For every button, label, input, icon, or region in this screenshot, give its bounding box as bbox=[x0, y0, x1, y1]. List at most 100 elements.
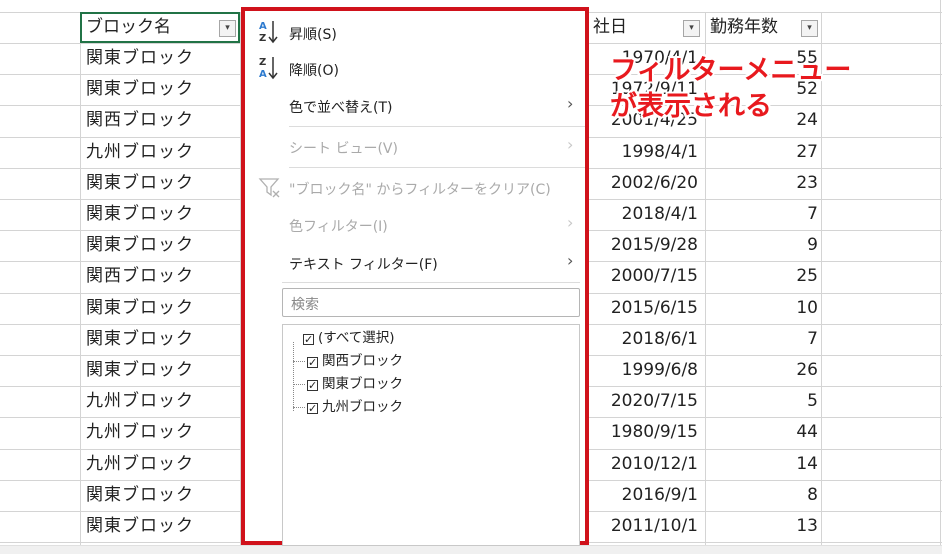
filter-menu: A Z 昇順(S) Z A 降順(O) 色で並べ替え(T) › シート ビュー(… bbox=[241, 7, 589, 546]
cell-join-date[interactable]: 2011/10/1 bbox=[611, 511, 698, 542]
menu-separator bbox=[289, 126, 585, 127]
sort-ascending-label: 昇順(S) bbox=[289, 27, 337, 43]
select-all-checkbox-item[interactable]: ✓ (すべて選択) bbox=[303, 328, 395, 348]
cell-years[interactable]: 25 bbox=[708, 261, 818, 292]
cell-join-date[interactable]: 1998/4/1 bbox=[622, 137, 698, 168]
cell-block-name[interactable]: 関東ブロック bbox=[86, 324, 194, 355]
cell-years[interactable]: 10 bbox=[708, 293, 818, 324]
menu-separator bbox=[282, 282, 580, 283]
text-filter-item[interactable]: テキスト フィルター(F) › bbox=[245, 245, 585, 281]
cell-block-name[interactable]: 関東ブロック bbox=[86, 168, 194, 199]
svg-text:A: A bbox=[259, 69, 267, 80]
list-item-label: (すべて選択) bbox=[318, 330, 395, 346]
cell-join-date[interactable]: 2015/9/28 bbox=[611, 230, 698, 261]
checkbox-checked-icon[interactable]: ✓ bbox=[307, 403, 318, 414]
list-item-label: 関東ブロック bbox=[322, 376, 403, 392]
list-item-label: 関西ブロック bbox=[322, 353, 403, 369]
cell-block-name[interactable]: 関西ブロック bbox=[86, 105, 194, 136]
chevron-right-icon: › bbox=[567, 213, 574, 232]
cell-years[interactable]: 7 bbox=[708, 199, 818, 230]
cell-join-date[interactable]: 2020/7/15 bbox=[611, 386, 698, 417]
cell-join-date[interactable]: 2016/9/1 bbox=[622, 480, 698, 511]
annotation-line-2: が表示される bbox=[610, 91, 772, 122]
search-input[interactable]: 検索 bbox=[282, 288, 580, 317]
filter-dropdown-button[interactable]: ▾ bbox=[801, 20, 818, 37]
cell-join-date[interactable]: 2000/7/15 bbox=[611, 261, 698, 292]
header-years-of-service: 勤務年数 bbox=[710, 17, 778, 37]
clear-filter-label: "ブロック名" からフィルターをクリア(C) bbox=[289, 182, 551, 198]
tree-line bbox=[293, 384, 305, 385]
chevron-right-icon: › bbox=[567, 251, 574, 270]
svg-text:Z: Z bbox=[259, 57, 266, 68]
sort-descending-label: 降順(O) bbox=[289, 63, 339, 79]
sort-ascending-icon: A Z bbox=[259, 21, 278, 44]
checkbox-checked-icon[interactable]: ✓ bbox=[307, 380, 318, 391]
list-item-kansai[interactable]: ✓ 関西ブロック bbox=[307, 351, 403, 371]
sort-ascending-item[interactable]: A Z 昇順(S) bbox=[245, 15, 585, 51]
cell-block-name[interactable]: 関東ブロック bbox=[86, 230, 194, 261]
cell-block-name[interactable]: 関東ブロック bbox=[86, 511, 194, 542]
chevron-right-icon: › bbox=[567, 94, 574, 113]
filter-value-list: ✓ (すべて選択) ✓ 関西ブロック ✓ 関東ブロック ✓ 九州ブロック bbox=[282, 324, 580, 546]
cell-join-date[interactable]: 2010/12/1 bbox=[611, 449, 698, 480]
cell-block-name[interactable]: 関東ブロック bbox=[86, 355, 194, 386]
sheet-view-label: シート ビュー(V) bbox=[289, 141, 398, 157]
color-filter-item: 色フィルター(I) › bbox=[245, 207, 585, 243]
cell-years[interactable]: 13 bbox=[708, 511, 818, 542]
annotation-line-1: フィルターメニュー bbox=[610, 55, 852, 86]
list-item-label: 九州ブロック bbox=[322, 399, 403, 415]
filter-dropdown-button[interactable]: ▾ bbox=[683, 20, 700, 37]
cell-block-name[interactable]: 九州ブロック bbox=[86, 417, 194, 448]
list-item-kyushu[interactable]: ✓ 九州ブロック bbox=[307, 397, 403, 417]
cell-years[interactable]: 27 bbox=[708, 137, 818, 168]
cell-block-name[interactable]: 関西ブロック bbox=[86, 261, 194, 292]
cell-join-date[interactable]: 1999/6/8 bbox=[622, 355, 698, 386]
cell-years[interactable]: 9 bbox=[708, 230, 818, 261]
menu-separator bbox=[289, 167, 585, 168]
cell-years[interactable]: 44 bbox=[708, 417, 818, 448]
cell-block-name[interactable]: 関東ブロック bbox=[86, 293, 194, 324]
cell-years[interactable]: 23 bbox=[708, 168, 818, 199]
cell-join-date[interactable]: 2015/6/15 bbox=[611, 293, 698, 324]
list-item-kanto[interactable]: ✓ 関東ブロック bbox=[307, 374, 403, 394]
cell-years[interactable]: 8 bbox=[708, 480, 818, 511]
sort-descending-item[interactable]: Z A 降順(O) bbox=[245, 51, 585, 87]
cell-block-name[interactable]: 関東ブロック bbox=[86, 43, 194, 74]
sheet-view-item: シート ビュー(V) › bbox=[245, 129, 585, 165]
svg-text:Z: Z bbox=[259, 33, 266, 44]
chevron-right-icon: › bbox=[567, 135, 574, 154]
sort-by-color-label: 色で並べ替え(T) bbox=[289, 100, 393, 116]
cell-block-name[interactable]: 九州ブロック bbox=[86, 137, 194, 168]
cell-join-date[interactable]: 1980/9/15 bbox=[611, 417, 698, 448]
cell-block-name[interactable]: 九州ブロック bbox=[86, 386, 194, 417]
color-filter-label: 色フィルター(I) bbox=[289, 219, 388, 235]
grid-line bbox=[940, 0, 941, 546]
tree-line bbox=[293, 342, 294, 411]
tree-line bbox=[293, 361, 305, 362]
cell-years[interactable]: 5 bbox=[708, 386, 818, 417]
cell-years[interactable]: 7 bbox=[708, 324, 818, 355]
tree-line bbox=[293, 407, 305, 408]
cell-block-name[interactable]: 関東ブロック bbox=[86, 199, 194, 230]
sort-descending-icon: Z A bbox=[259, 57, 278, 80]
cell-block-name[interactable]: 九州ブロック bbox=[86, 449, 194, 480]
checkbox-checked-icon[interactable]: ✓ bbox=[303, 334, 314, 345]
header-join-date: 社日 bbox=[593, 17, 627, 37]
cell-join-date[interactable]: 2018/4/1 bbox=[622, 199, 698, 230]
checkbox-checked-icon[interactable]: ✓ bbox=[307, 357, 318, 368]
clear-filter-item: "ブロック名" からフィルターをクリア(C) bbox=[245, 170, 585, 206]
cell-join-date[interactable]: 2018/6/1 bbox=[622, 324, 698, 355]
cell-join-date[interactable]: 2002/6/20 bbox=[611, 168, 698, 199]
cell-years[interactable]: 14 bbox=[708, 449, 818, 480]
horizontal-scrollbar[interactable] bbox=[0, 545, 942, 554]
sort-by-color-item[interactable]: 色で並べ替え(T) › bbox=[245, 88, 585, 124]
annotation-callout: フィルターメニュー が表示される bbox=[610, 53, 851, 125]
svg-text:A: A bbox=[259, 21, 267, 32]
filter-dropdown-button[interactable]: ▾ bbox=[219, 20, 236, 37]
cell-block-name[interactable]: 関東ブロック bbox=[86, 480, 194, 511]
clear-filter-icon bbox=[258, 178, 280, 198]
text-filter-label: テキスト フィルター(F) bbox=[289, 257, 438, 273]
cell-years[interactable]: 26 bbox=[708, 355, 818, 386]
grid-line bbox=[80, 12, 81, 546]
cell-block-name[interactable]: 関東ブロック bbox=[86, 74, 194, 105]
